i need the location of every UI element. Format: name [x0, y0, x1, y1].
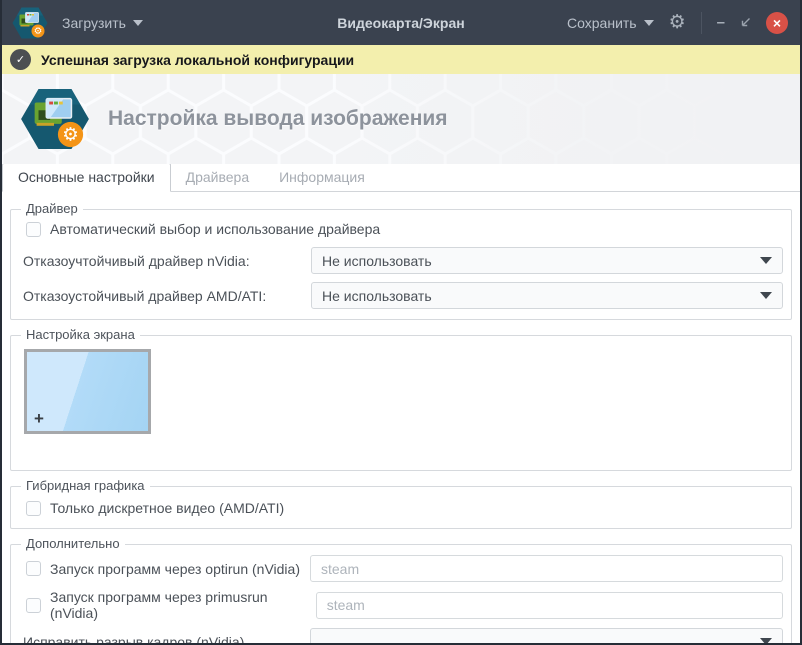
- header-banner: ⚙ Настройка вывода изображения: [2, 74, 800, 164]
- window-title: Видеокарта/Экран: [337, 14, 465, 31]
- load-button[interactable]: Загрузить: [62, 15, 143, 31]
- app-window: ⚙ Загрузить Видеокарта/Экран Сохранить ⚙…: [0, 0, 802, 645]
- chevron-down-icon: [760, 257, 772, 264]
- auto-driver-label: Автоматический выбор и использование дра…: [50, 221, 381, 237]
- nvidia-failsafe-value: Не использовать: [322, 252, 432, 269]
- restore-icon: [741, 18, 750, 27]
- titlebar-separator: [700, 11, 702, 34]
- tearfix-label: Исправить разрыв кадров (nVidia): [23, 633, 245, 645]
- titlebar: ⚙ Загрузить Видеокарта/Экран Сохранить ⚙…: [2, 0, 800, 45]
- chevron-down-icon: [760, 638, 772, 643]
- close-button[interactable]: ×: [766, 11, 788, 34]
- svg-text:⚙: ⚙: [34, 26, 43, 37]
- optirun-command-input[interactable]: [310, 555, 783, 582]
- app-icon: ⚙: [12, 7, 48, 38]
- svg-text:⚙: ⚙: [62, 123, 79, 144]
- primusrun-command-input[interactable]: [315, 591, 783, 619]
- add-screen-icon[interactable]: +: [34, 410, 44, 427]
- amd-failsafe-row: Отказоустойчивый драйвер AMD/ATI: Не исп…: [23, 282, 783, 309]
- main-content: Драйвер Автоматический выбор и использов…: [2, 192, 800, 645]
- optirun-checkbox[interactable]: [26, 561, 41, 576]
- minimize-button[interactable]: –: [717, 14, 725, 31]
- chevron-down-icon: [643, 19, 654, 26]
- auto-driver-checkbox-row[interactable]: Автоматический выбор и использование дра…: [26, 221, 783, 237]
- optirun-row: Запуск программ через optirun (nVidia): [23, 555, 783, 582]
- tab-drivers[interactable]: Драйвера: [171, 164, 265, 191]
- app-banner-icon: ⚙: [21, 88, 89, 150]
- group-driver: Драйвер Автоматический выбор и использов…: [10, 201, 792, 320]
- restore-button[interactable]: [740, 17, 751, 28]
- primusrun-row: Запуск программ через primusrun (nVidia): [23, 589, 783, 621]
- amd-failsafe-select[interactable]: Не использовать: [311, 282, 783, 309]
- auto-driver-checkbox[interactable]: [26, 221, 41, 237]
- chevron-down-icon: [760, 292, 772, 299]
- tab-main-settings[interactable]: Основные настройки: [2, 163, 171, 192]
- primusrun-checkbox-row[interactable]: Запуск программ через primusrun (nVidia): [26, 589, 316, 621]
- primusrun-label: Запуск программ через primusrun (nVidia): [50, 589, 268, 621]
- nvidia-failsafe-row: Отказоучтойчивый драйвер nVidia: Не испо…: [23, 247, 783, 274]
- discrete-only-label: Только дискретное видео (AMD/ATI): [50, 500, 285, 516]
- notification-bar: ✓ Успешная загрузка локальной конфигурац…: [2, 45, 800, 74]
- save-button-label: Сохранить: [567, 14, 637, 31]
- group-screen-settings: Настройка экрана +: [10, 327, 792, 471]
- discrete-only-checkbox[interactable]: [26, 500, 41, 516]
- discrete-only-checkbox-row[interactable]: Только дискретное видео (AMD/ATI): [26, 500, 783, 516]
- amd-failsafe-value: Не использовать: [322, 287, 432, 304]
- success-check-icon: ✓: [10, 49, 31, 70]
- group-additional-legend: Дополнительно: [21, 536, 125, 551]
- optirun-label: Запуск программ через optirun (nVidia): [50, 560, 300, 577]
- tearfix-row: Исправить разрыв кадров (nVidia): [23, 628, 783, 645]
- nvidia-failsafe-label: Отказоучтойчивый драйвер nVidia:: [23, 252, 250, 269]
- save-button[interactable]: Сохранить: [567, 15, 654, 31]
- tab-bar: Основные настройки Драйвера Информация: [2, 163, 800, 192]
- page-title: Настройка вывода изображения: [108, 107, 448, 130]
- group-driver-legend: Драйвер: [21, 201, 83, 216]
- group-screen-legend: Настройка экрана: [21, 327, 140, 342]
- titlebar-controls: Сохранить ⚙ – ×: [567, 11, 788, 34]
- chevron-down-icon: [132, 19, 143, 26]
- primusrun-checkbox[interactable]: [26, 597, 41, 613]
- nvidia-failsafe-select[interactable]: Не использовать: [311, 247, 783, 274]
- group-hybrid-graphics: Гибридная графика Только дискретное виде…: [10, 478, 792, 529]
- optirun-checkbox-row[interactable]: Запуск программ через optirun (nVidia): [26, 561, 300, 577]
- settings-gear-icon[interactable]: ⚙: [669, 13, 686, 32]
- amd-failsafe-label: Отказоустойчивый драйвер AMD/ATI:: [23, 287, 267, 304]
- notification-text: Успешная загрузка локальной конфигурации: [41, 51, 355, 68]
- tearfix-select[interactable]: [310, 628, 783, 643]
- group-additional: Дополнительно Запуск программ через opti…: [10, 536, 792, 645]
- group-hybrid-legend: Гибридная графика: [21, 478, 150, 493]
- load-button-label: Загрузить: [62, 14, 126, 31]
- tab-information[interactable]: Информация: [264, 164, 380, 191]
- screen-preview[interactable]: +: [24, 349, 151, 434]
